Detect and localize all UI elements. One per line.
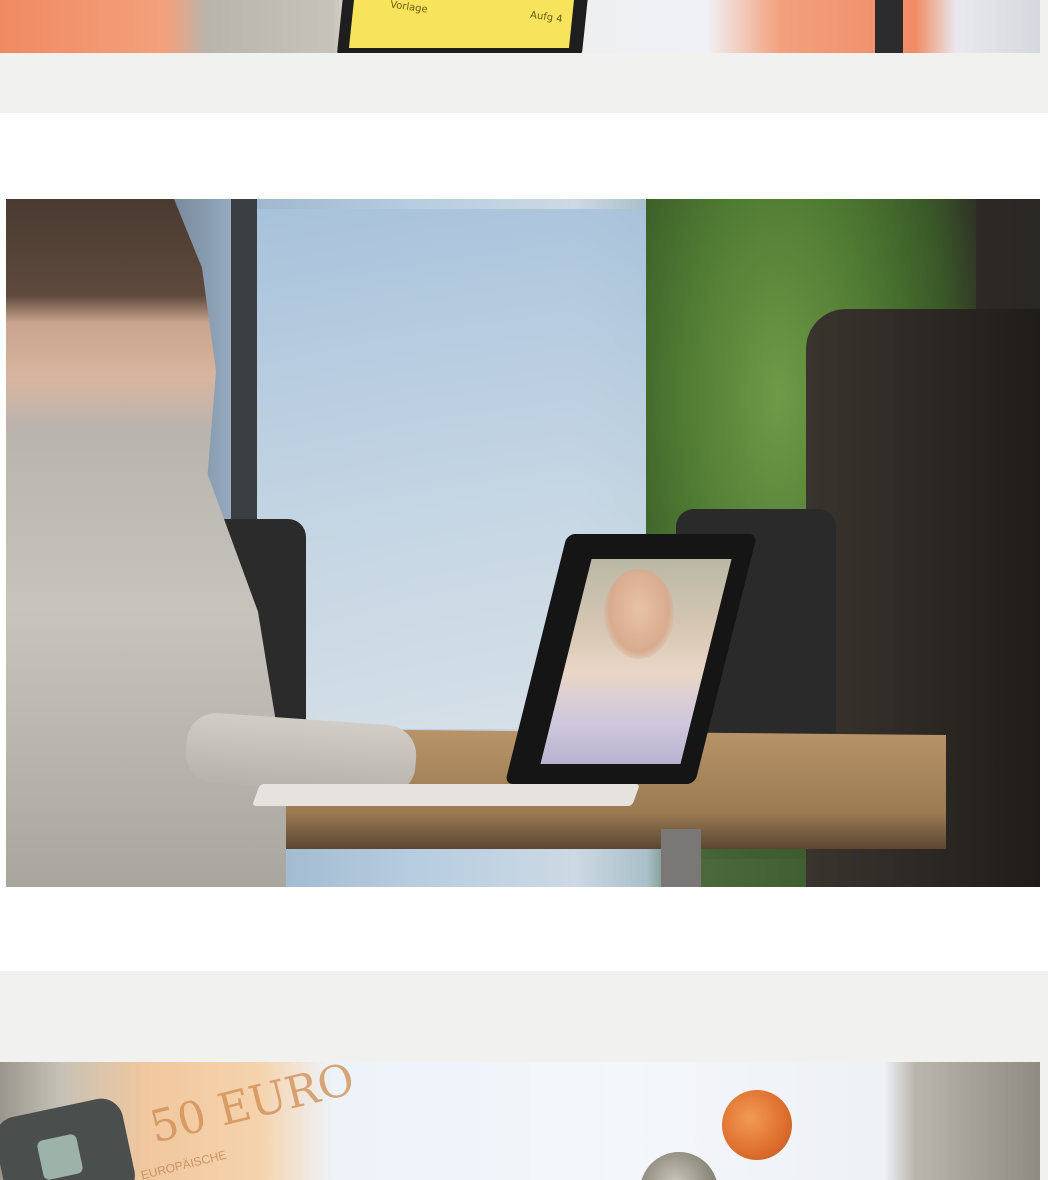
top-photo: Vorlage Aufg 4	[0, 0, 1040, 53]
money-photo: 50 EURO EUROPÄISCHE	[0, 1062, 1040, 1180]
video-call-face	[604, 569, 674, 659]
video-call-photo	[6, 199, 1040, 887]
calculator-screen	[36, 1133, 84, 1180]
banknote-small-text: EUROPÄISCHE	[139, 1147, 228, 1180]
copper-coin	[722, 1090, 792, 1160]
phone-screen	[348, 0, 576, 48]
gray-band-top	[0, 53, 1048, 113]
silver-coin	[640, 1152, 718, 1180]
desk-stand	[661, 829, 701, 887]
keyboard	[251, 784, 641, 806]
gray-band-bottom	[0, 971, 1048, 1062]
banknote-text: 50 EURO	[144, 1062, 360, 1154]
second-phone	[875, 0, 903, 53]
